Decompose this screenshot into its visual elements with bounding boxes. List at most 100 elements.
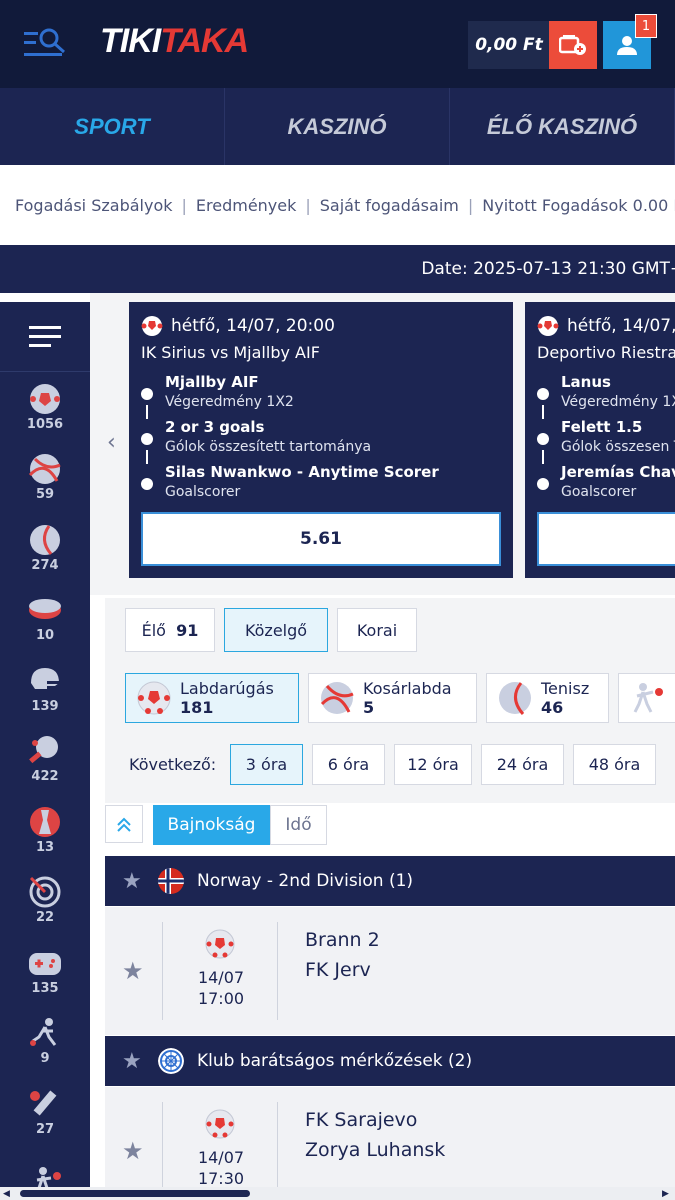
link-open-bets[interactable]: Nyitott Fogadások 0.00 HUF [482, 196, 675, 215]
card-match: IK Sirius vs Mjallby AIF [141, 343, 320, 362]
link-results[interactable]: Eredmények [196, 196, 296, 215]
scroll-right-icon[interactable]: ▶ [662, 1189, 669, 1199]
sidebar-item-basketball[interactable]: 59 [0, 443, 90, 514]
match-row[interactable]: ★ 14/07 17:30 FK Sarajevo Zorya Luhansk [105, 1087, 675, 1187]
sidebar-item-american-football[interactable]: 139 [0, 654, 90, 725]
cricket-icon [30, 1090, 57, 1116]
sidebar-count: 1056 [26, 416, 64, 432]
sport-filter-basketball[interactable]: Kosárlabda 5 [308, 673, 477, 723]
selection-name: Lanus [561, 373, 611, 391]
soccer-ball-icon [141, 316, 163, 336]
sport-filter-soccer[interactable]: Labdarúgás 181 [125, 673, 299, 723]
filter-label: Közelgő [244, 620, 308, 640]
filter-live[interactable]: Élő 91 [125, 608, 215, 652]
time-option-12h[interactable]: 12 óra [394, 744, 472, 785]
league-name: Klub barátságos mérkőzések (2) [197, 1051, 473, 1071]
scrollbar-thumb[interactable] [20, 1190, 250, 1197]
selection-market: Gólok összesen Teljes mérkőzés [561, 439, 675, 455]
match-datetime: 14/07 17:00 [165, 967, 277, 1009]
menu-search-icon[interactable] [22, 26, 68, 62]
time-option-48h[interactable]: 48 óra [573, 744, 656, 785]
selection-dot [141, 433, 153, 445]
sidebar-item-athletics[interactable]: 9 [0, 1007, 90, 1078]
selection-name: 2 or 3 goals [165, 418, 265, 436]
selection-dot [537, 433, 549, 445]
time-option-24h[interactable]: 24 óra [481, 744, 564, 785]
sidebar-item-tennis[interactable]: 274 [0, 513, 90, 584]
sidebar-item-cricket[interactable]: 27 [0, 1077, 90, 1148]
bet-builder-card[interactable]: hétfő, 14/07, 20:00 IK Sirius vs Mjallby… [129, 302, 513, 578]
sort-by-time[interactable]: Idő [270, 805, 327, 845]
basketball-icon [320, 682, 354, 714]
quick-links: Fogadási Szabályok | Eredmények | Saját fo… [0, 165, 675, 245]
horizontal-scrollbar[interactable]: ◀ ▶ [0, 1187, 675, 1200]
logo[interactable]: TIKITAKA [100, 22, 249, 61]
sidebar-count: 422 [31, 769, 59, 785]
selection-market: Gólok összesített tartománya [165, 439, 372, 455]
bet-builder-card[interactable]: hétfő, 14/07, 20:00 Deportivo Riestra vs… [525, 302, 675, 578]
away-team: Zorya Luhansk [305, 1139, 446, 1161]
gamepad-icon [29, 952, 61, 975]
deposit-button[interactable] [549, 21, 597, 69]
odds-button[interactable]: 5.61 [141, 512, 501, 566]
link-betting-rules[interactable]: Fogadási Szabályok [15, 196, 173, 215]
deposit-icon [559, 35, 586, 55]
runner-icon [30, 1018, 57, 1047]
match-row[interactable]: ★ 14/07 17:00 Brann 2 FK Jerv [105, 907, 675, 1035]
logo-text-tiki: TIKI [100, 22, 161, 60]
divider [277, 1102, 278, 1187]
collapse-all-button[interactable] [105, 805, 143, 843]
nav-live-casino[interactable]: ÉLŐ KASZINÓ [450, 88, 675, 165]
sidebar-item-table-tennis[interactable]: 422 [0, 725, 90, 796]
sidebar-count: 59 [35, 487, 55, 503]
link-my-bets[interactable]: Saját fogadásaim [320, 196, 459, 215]
star-icon[interactable]: ★ [122, 869, 144, 894]
club-friendly-icon [158, 1048, 184, 1074]
sidebar-item-soccer[interactable]: 1056 [0, 372, 90, 443]
selection-dot [141, 388, 153, 400]
selection-dot [537, 388, 549, 400]
sidebar-count: 274 [31, 557, 59, 573]
star-icon[interactable]: ★ [122, 1137, 144, 1165]
balance-display[interactable]: 0,00 Ft [468, 21, 550, 69]
connector-line [146, 405, 148, 419]
sidebar-item-volleyball[interactable] [0, 1148, 90, 1187]
chevron-left-icon[interactable]: ‹ [107, 430, 116, 455]
filter-label: Élő [141, 620, 166, 640]
odds-button[interactable] [537, 512, 675, 566]
sidebar-count: 139 [31, 698, 59, 714]
sidebar-item-rugby[interactable]: 13 [0, 795, 90, 866]
match-date: 14/07 [197, 968, 245, 987]
tennis-icon [499, 682, 531, 715]
volleyball-player-icon [36, 1166, 61, 1187]
divider [162, 922, 163, 1020]
sort-by-league[interactable]: Bajnokság [153, 805, 270, 845]
sport-filter-volleyball[interactable] [618, 673, 675, 723]
nav-sport[interactable]: SPORT [0, 88, 225, 165]
scroll-left-icon[interactable]: ◀ [3, 1189, 10, 1199]
filter-upcoming[interactable]: Közelgő [224, 608, 328, 652]
sidebar-item-darts[interactable]: 22 [0, 866, 90, 937]
sidebar-item-hockey[interactable]: 10 [0, 584, 90, 655]
nav-casino[interactable]: KASZINÓ [225, 88, 450, 165]
star-icon[interactable]: ★ [122, 957, 144, 985]
league-header[interactable]: ★ Klub barátságos mérkőzések (2) [105, 1036, 675, 1086]
filter-early[interactable]: Korai [337, 608, 417, 652]
selection-market: Goalscorer [561, 484, 637, 500]
sport-filter-tennis[interactable]: Tenisz 46 [486, 673, 609, 723]
sidebar-menu-button[interactable] [0, 302, 90, 372]
sidebar-item-esports[interactable]: 135 [0, 936, 90, 1007]
card-match: Deportivo Riestra vs Lanus [537, 343, 675, 362]
tennis-icon [30, 524, 60, 555]
time-option-6h[interactable]: 6 óra [312, 744, 385, 785]
sidebar-count: 27 [35, 1121, 55, 1137]
league-header[interactable]: ★ Norway - 2nd Division (1) [105, 856, 675, 906]
star-icon[interactable]: ★ [122, 1049, 144, 1074]
sport-sidebar: 1056 59 274 10 139 422 13 22 135 9 27 [0, 302, 90, 1187]
soccer-ball-icon [537, 316, 559, 336]
norway-flag-icon [158, 868, 184, 894]
sport-count: 46 [541, 698, 564, 717]
match-datetime: 14/07 17:30 [165, 1147, 277, 1187]
soccer-ball-icon [205, 929, 235, 959]
time-option-3h[interactable]: 3 óra [230, 744, 303, 785]
